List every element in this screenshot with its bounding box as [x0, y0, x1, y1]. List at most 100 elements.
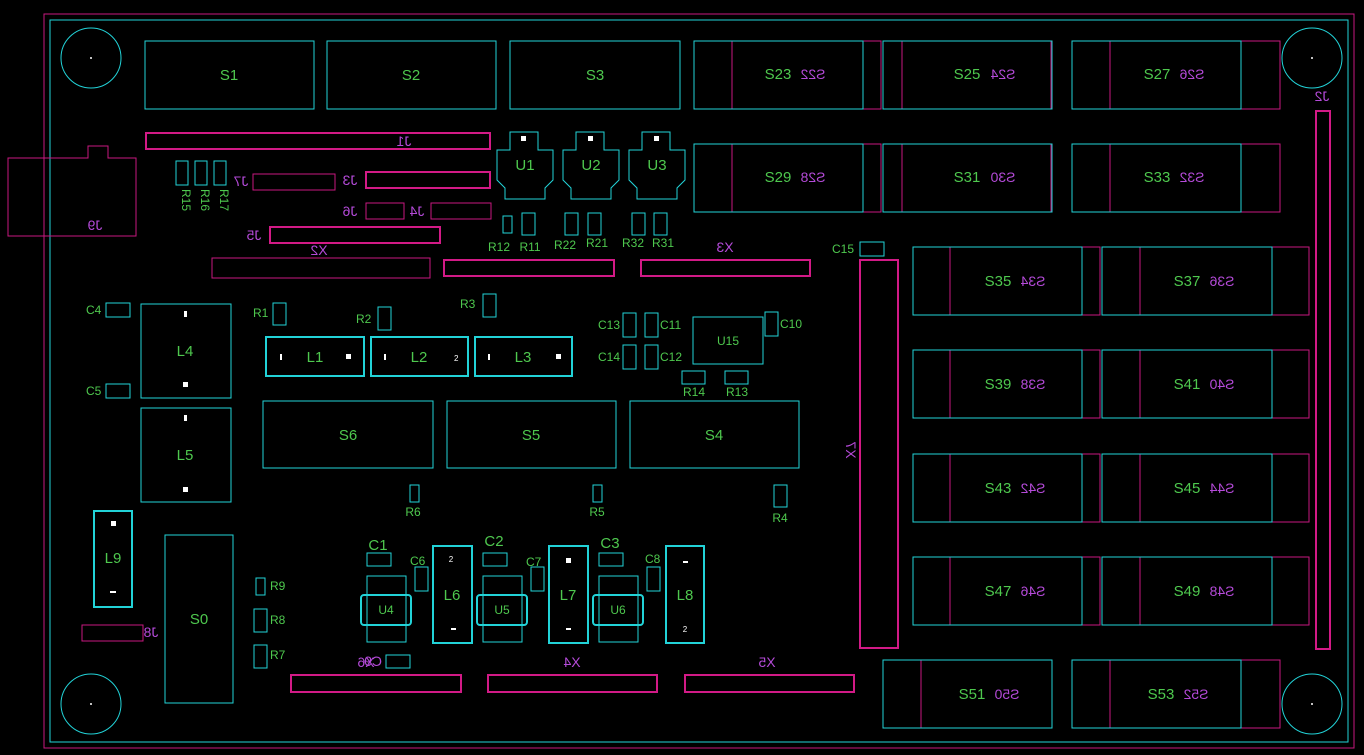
- capacitor-c12: C12: [644, 344, 682, 370]
- resistor-r11: R11: [519, 212, 541, 254]
- resistor-r8: R8: [253, 608, 286, 633]
- svg-text:R13: R13: [726, 385, 748, 399]
- svg-text:S45: S45: [1174, 480, 1201, 497]
- svg-text:S38: S38: [1020, 376, 1045, 392]
- svg-text:R22: R22: [554, 238, 576, 252]
- resistor-r12: R12: [488, 215, 513, 254]
- connector-j9: J9: [7, 145, 137, 237]
- capacitor-c2: C2: [482, 533, 508, 567]
- chip-u5: U5: [476, 575, 528, 643]
- svg-text:S41: S41: [1174, 376, 1201, 393]
- svg-text:X3: X3: [716, 239, 733, 255]
- svg-text:C2: C2: [484, 533, 503, 550]
- switch-pair-s35-s34: S35 S34: [912, 246, 1101, 316]
- svg-text:J6: J6: [342, 203, 357, 219]
- connector-x5: X5: [684, 654, 855, 693]
- svg-text:R21: R21: [586, 236, 608, 250]
- svg-text:S27: S27: [1144, 66, 1171, 83]
- svg-text:J2: J2: [1314, 88, 1329, 104]
- switch-pair-s39-s38: S39 S38: [912, 349, 1101, 419]
- capacitor-c11: C11: [644, 312, 681, 338]
- svg-text:S34: S34: [1020, 273, 1045, 289]
- svg-text:C4: C4: [86, 303, 102, 317]
- connector-x7: X7: [843, 259, 899, 649]
- connector-j7: J7: [233, 173, 336, 191]
- inductor-l4: L4: [140, 303, 232, 399]
- svg-text:X4: X4: [563, 654, 580, 670]
- svg-text:L6: L6: [444, 587, 461, 604]
- svg-text:S26: S26: [1179, 66, 1204, 82]
- svg-text:J8: J8: [143, 624, 158, 640]
- connector-j1: J1: [145, 132, 491, 150]
- resistor-r17: R17: [213, 160, 231, 211]
- svg-text:J5: J5: [246, 227, 261, 243]
- svg-text:C1: C1: [368, 537, 387, 554]
- capacitor-c5: C5: [86, 383, 131, 399]
- switch-pair-s41-s40: S41 S40: [1101, 349, 1310, 419]
- board-outline-outer: [43, 13, 1355, 749]
- resistor-r7: R7: [253, 644, 286, 669]
- svg-text:R9: R9: [270, 579, 286, 593]
- svg-text:S51: S51: [959, 686, 986, 703]
- resistor-r16: R16: [194, 160, 212, 211]
- inductor-l9: L9: [93, 510, 133, 608]
- svg-text:C8: C8: [645, 552, 661, 566]
- resistor-r13: R13: [724, 370, 749, 399]
- capacitor-c6: C6: [410, 554, 429, 592]
- svg-text:L2: L2: [411, 349, 428, 366]
- connector-j2: J2: [1314, 88, 1331, 650]
- svg-text:S50: S50: [994, 686, 1019, 702]
- svg-text:R12: R12: [488, 240, 510, 254]
- svg-text:C7: C7: [526, 555, 542, 569]
- svg-text:S43: S43: [985, 480, 1012, 497]
- svg-text:R6: R6: [405, 505, 421, 519]
- svg-text:L8: L8: [677, 587, 694, 604]
- svg-text:L9: L9: [105, 550, 122, 567]
- switch-s0: S0: [164, 534, 234, 704]
- svg-text:U5: U5: [494, 603, 510, 617]
- resistor-r2: R2: [356, 306, 392, 331]
- switch-pair-s29-s28: S29 S28: [693, 143, 882, 213]
- inductor-l1: L1: [265, 336, 365, 377]
- svg-text:U15: U15: [717, 334, 739, 348]
- svg-text:S6: S6: [339, 427, 357, 444]
- regulator-u2: U2: [562, 131, 620, 200]
- mounting-hole: [1281, 27, 1343, 89]
- svg-text:R2: R2: [356, 312, 372, 326]
- connector-x1-header: [443, 259, 615, 277]
- resistor-r14: R14: [681, 370, 706, 399]
- svg-text:U1: U1: [515, 157, 534, 174]
- svg-text:R4: R4: [772, 511, 788, 525]
- svg-text:S37: S37: [1174, 273, 1201, 290]
- svg-text:S28: S28: [800, 169, 825, 185]
- resistor-r4: R4: [772, 484, 788, 525]
- switch-pair-s49-s48: S49 S48: [1101, 556, 1310, 626]
- svg-text:S36: S36: [1209, 273, 1234, 289]
- svg-text:J7: J7: [233, 173, 248, 189]
- mounting-hole: [1281, 673, 1343, 735]
- svg-text:S25: S25: [954, 66, 981, 83]
- switch-s4: S4: [629, 400, 800, 469]
- svg-text:S49: S49: [1174, 583, 1201, 600]
- switch-pair-s53-s52: S53 S52: [1071, 659, 1281, 729]
- resistor-r31: R31: [652, 212, 674, 250]
- switch-pair-s43-s42: S43 S42: [912, 453, 1101, 523]
- capacitor-c8: C8: [645, 552, 661, 592]
- capacitor-c15: C15: [832, 241, 885, 257]
- inductor-l5: L5: [140, 407, 232, 503]
- connector-x4: X4: [487, 654, 658, 693]
- svg-text:L1: L1: [307, 349, 324, 366]
- resistor-r5: R5: [589, 484, 605, 519]
- switch-s2: S2: [326, 40, 497, 110]
- switch-pair-s47-s46: S47 S46: [912, 556, 1101, 626]
- svg-text:C14: C14: [598, 350, 620, 364]
- svg-text:S5: S5: [522, 427, 540, 444]
- chip-u4: U4: [360, 575, 412, 643]
- svg-text:S1: S1: [220, 67, 238, 84]
- svg-text:C10: C10: [780, 317, 802, 331]
- switch-pair-s25-s24: S25 S24: [882, 40, 1053, 110]
- chip-u15: U15: [692, 316, 764, 365]
- regulator-u3: U3: [628, 131, 686, 200]
- svg-text:S48: S48: [1209, 583, 1234, 599]
- svg-text:S42: S42: [1020, 480, 1045, 496]
